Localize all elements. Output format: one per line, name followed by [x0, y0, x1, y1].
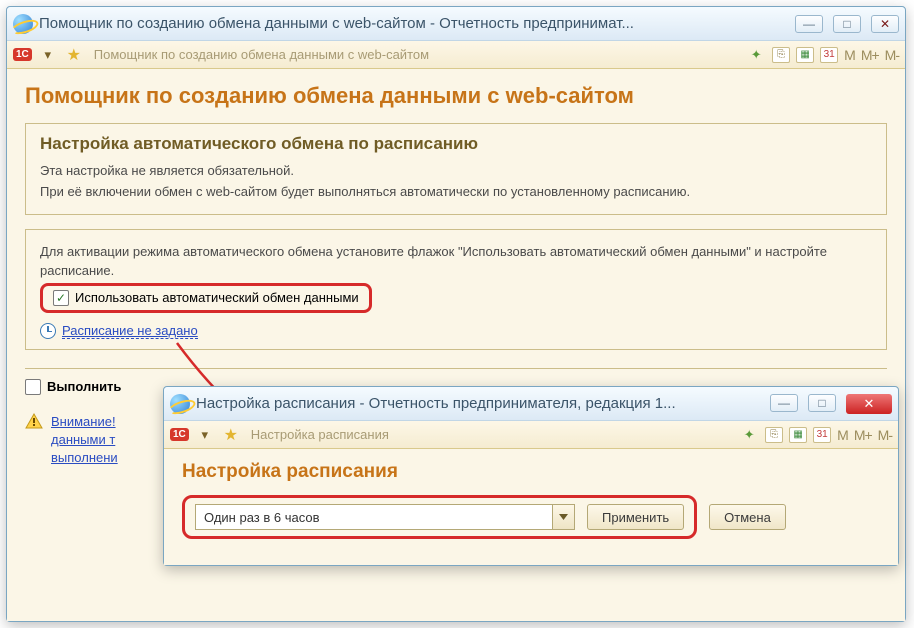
schedule-titlebar[interactable]: Настройка расписания - Отчетность предпр… — [164, 387, 898, 421]
schedule-window-controls: — □ ✕ — [770, 394, 892, 414]
highlight-use-auto-exchange: ✓ Использовать автоматический обмен данн… — [40, 283, 372, 313]
memory-m-minus[interactable]: M- — [878, 427, 892, 443]
highlight-schedule-controls: Один раз в 6 часов Применить — [182, 495, 697, 539]
clock-icon — [40, 323, 56, 339]
memory-m-plus[interactable]: M+ — [854, 427, 872, 443]
toolbar-breadcrumb: Настройка расписания — [251, 427, 733, 442]
intro-line-1: Эта настройка не является обязательной. — [40, 162, 872, 180]
use-auto-exchange-checkbox[interactable]: ✓ — [53, 290, 69, 306]
close-button[interactable]: ✕ — [846, 394, 892, 414]
warning-icon — [25, 413, 43, 429]
minimize-button[interactable]: — — [770, 394, 798, 412]
favorite-star-icon[interactable]: ★ — [64, 46, 84, 64]
activation-text: Для активации режима автоматического обм… — [40, 243, 872, 279]
main-title: Помощник по созданию обмена данными с we… — [39, 15, 787, 32]
calendar-icon[interactable]: 31 — [820, 47, 838, 63]
use-auto-exchange-label: Использовать автоматический обмен данным… — [75, 290, 359, 305]
warn-line-1[interactable]: Внимание! — [51, 413, 118, 431]
intro-panel: Настройка автоматического обмена по расп… — [25, 123, 887, 215]
calendar-icon[interactable]: 31 — [813, 427, 831, 443]
intro-line-2: При её включении обмен с web-сайтом буде… — [40, 183, 872, 201]
frequency-combo[interactable]: Один раз в 6 часов — [195, 504, 575, 530]
separator — [25, 368, 887, 369]
minimize-button[interactable]: — — [795, 15, 823, 33]
frequency-value: Один раз в 6 часов — [196, 510, 552, 525]
ie-icon — [170, 394, 190, 414]
activation-panel: Для активации режима автоматического обм… — [25, 229, 887, 349]
attach-icon[interactable]: ⎘ — [765, 427, 783, 443]
schedule-link[interactable]: Расписание не задано — [62, 323, 198, 339]
app-1c-icon: 1C — [13, 48, 32, 61]
execute-checkbox[interactable]: ✓ — [25, 379, 41, 395]
combo-dropdown-button[interactable] — [552, 505, 574, 529]
attach-icon[interactable]: ⎘ — [772, 47, 790, 63]
add-favorite-icon[interactable]: ✦ — [746, 46, 766, 64]
main-toolbar: 1C ▾ ★ Помощник по созданию обмена данны… — [7, 41, 905, 69]
section-title: Настройка автоматического обмена по расп… — [40, 134, 872, 154]
schedule-link-row: Расписание не задано — [40, 323, 872, 339]
apply-button[interactable]: Применить — [587, 504, 684, 530]
page-title: Помощник по созданию обмена данными с we… — [25, 83, 887, 109]
main-titlebar[interactable]: Помощник по созданию обмена данными с we… — [7, 7, 905, 41]
schedule-form-row: Один раз в 6 часов Применить Отмена — [182, 495, 880, 539]
warn-line-2[interactable]: данными т — [51, 431, 118, 449]
calculator-icon[interactable]: ▦ — [796, 47, 814, 63]
memory-m[interactable]: M — [837, 427, 848, 443]
close-button[interactable]: ✕ — [871, 15, 899, 33]
app-1c-icon: 1C — [170, 428, 189, 441]
schedule-window-title: Настройка расписания - Отчетность предпр… — [196, 395, 762, 412]
execute-label: Выполнить — [47, 379, 121, 394]
schedule-content: Настройка расписания Один раз в 6 часов … — [164, 449, 898, 565]
memory-m[interactable]: M — [844, 47, 855, 63]
maximize-button[interactable]: □ — [833, 15, 861, 33]
toolbar-dropdown-icon[interactable]: ▾ — [195, 426, 215, 444]
memory-m-plus[interactable]: M+ — [861, 47, 879, 63]
maximize-button[interactable]: □ — [808, 394, 836, 412]
cancel-button[interactable]: Отмена — [709, 504, 786, 530]
toolbar-dropdown-icon[interactable]: ▾ — [38, 46, 58, 64]
toolbar-breadcrumb: Помощник по созданию обмена данными с we… — [94, 47, 740, 62]
schedule-heading: Настройка расписания — [182, 461, 880, 483]
add-favorite-icon[interactable]: ✦ — [739, 426, 759, 444]
calculator-icon[interactable]: ▦ — [789, 427, 807, 443]
warn-line-3[interactable]: выполнени — [51, 449, 118, 467]
schedule-toolbar: 1C ▾ ★ Настройка расписания ✦ ⎘ ▦ 31 M M… — [164, 421, 898, 449]
favorite-star-icon[interactable]: ★ — [221, 426, 241, 444]
ie-icon — [13, 14, 33, 34]
window-controls: — □ ✕ — [795, 15, 899, 33]
schedule-window: Настройка расписания - Отчетность предпр… — [163, 386, 899, 566]
memory-m-minus[interactable]: M- — [885, 47, 899, 63]
